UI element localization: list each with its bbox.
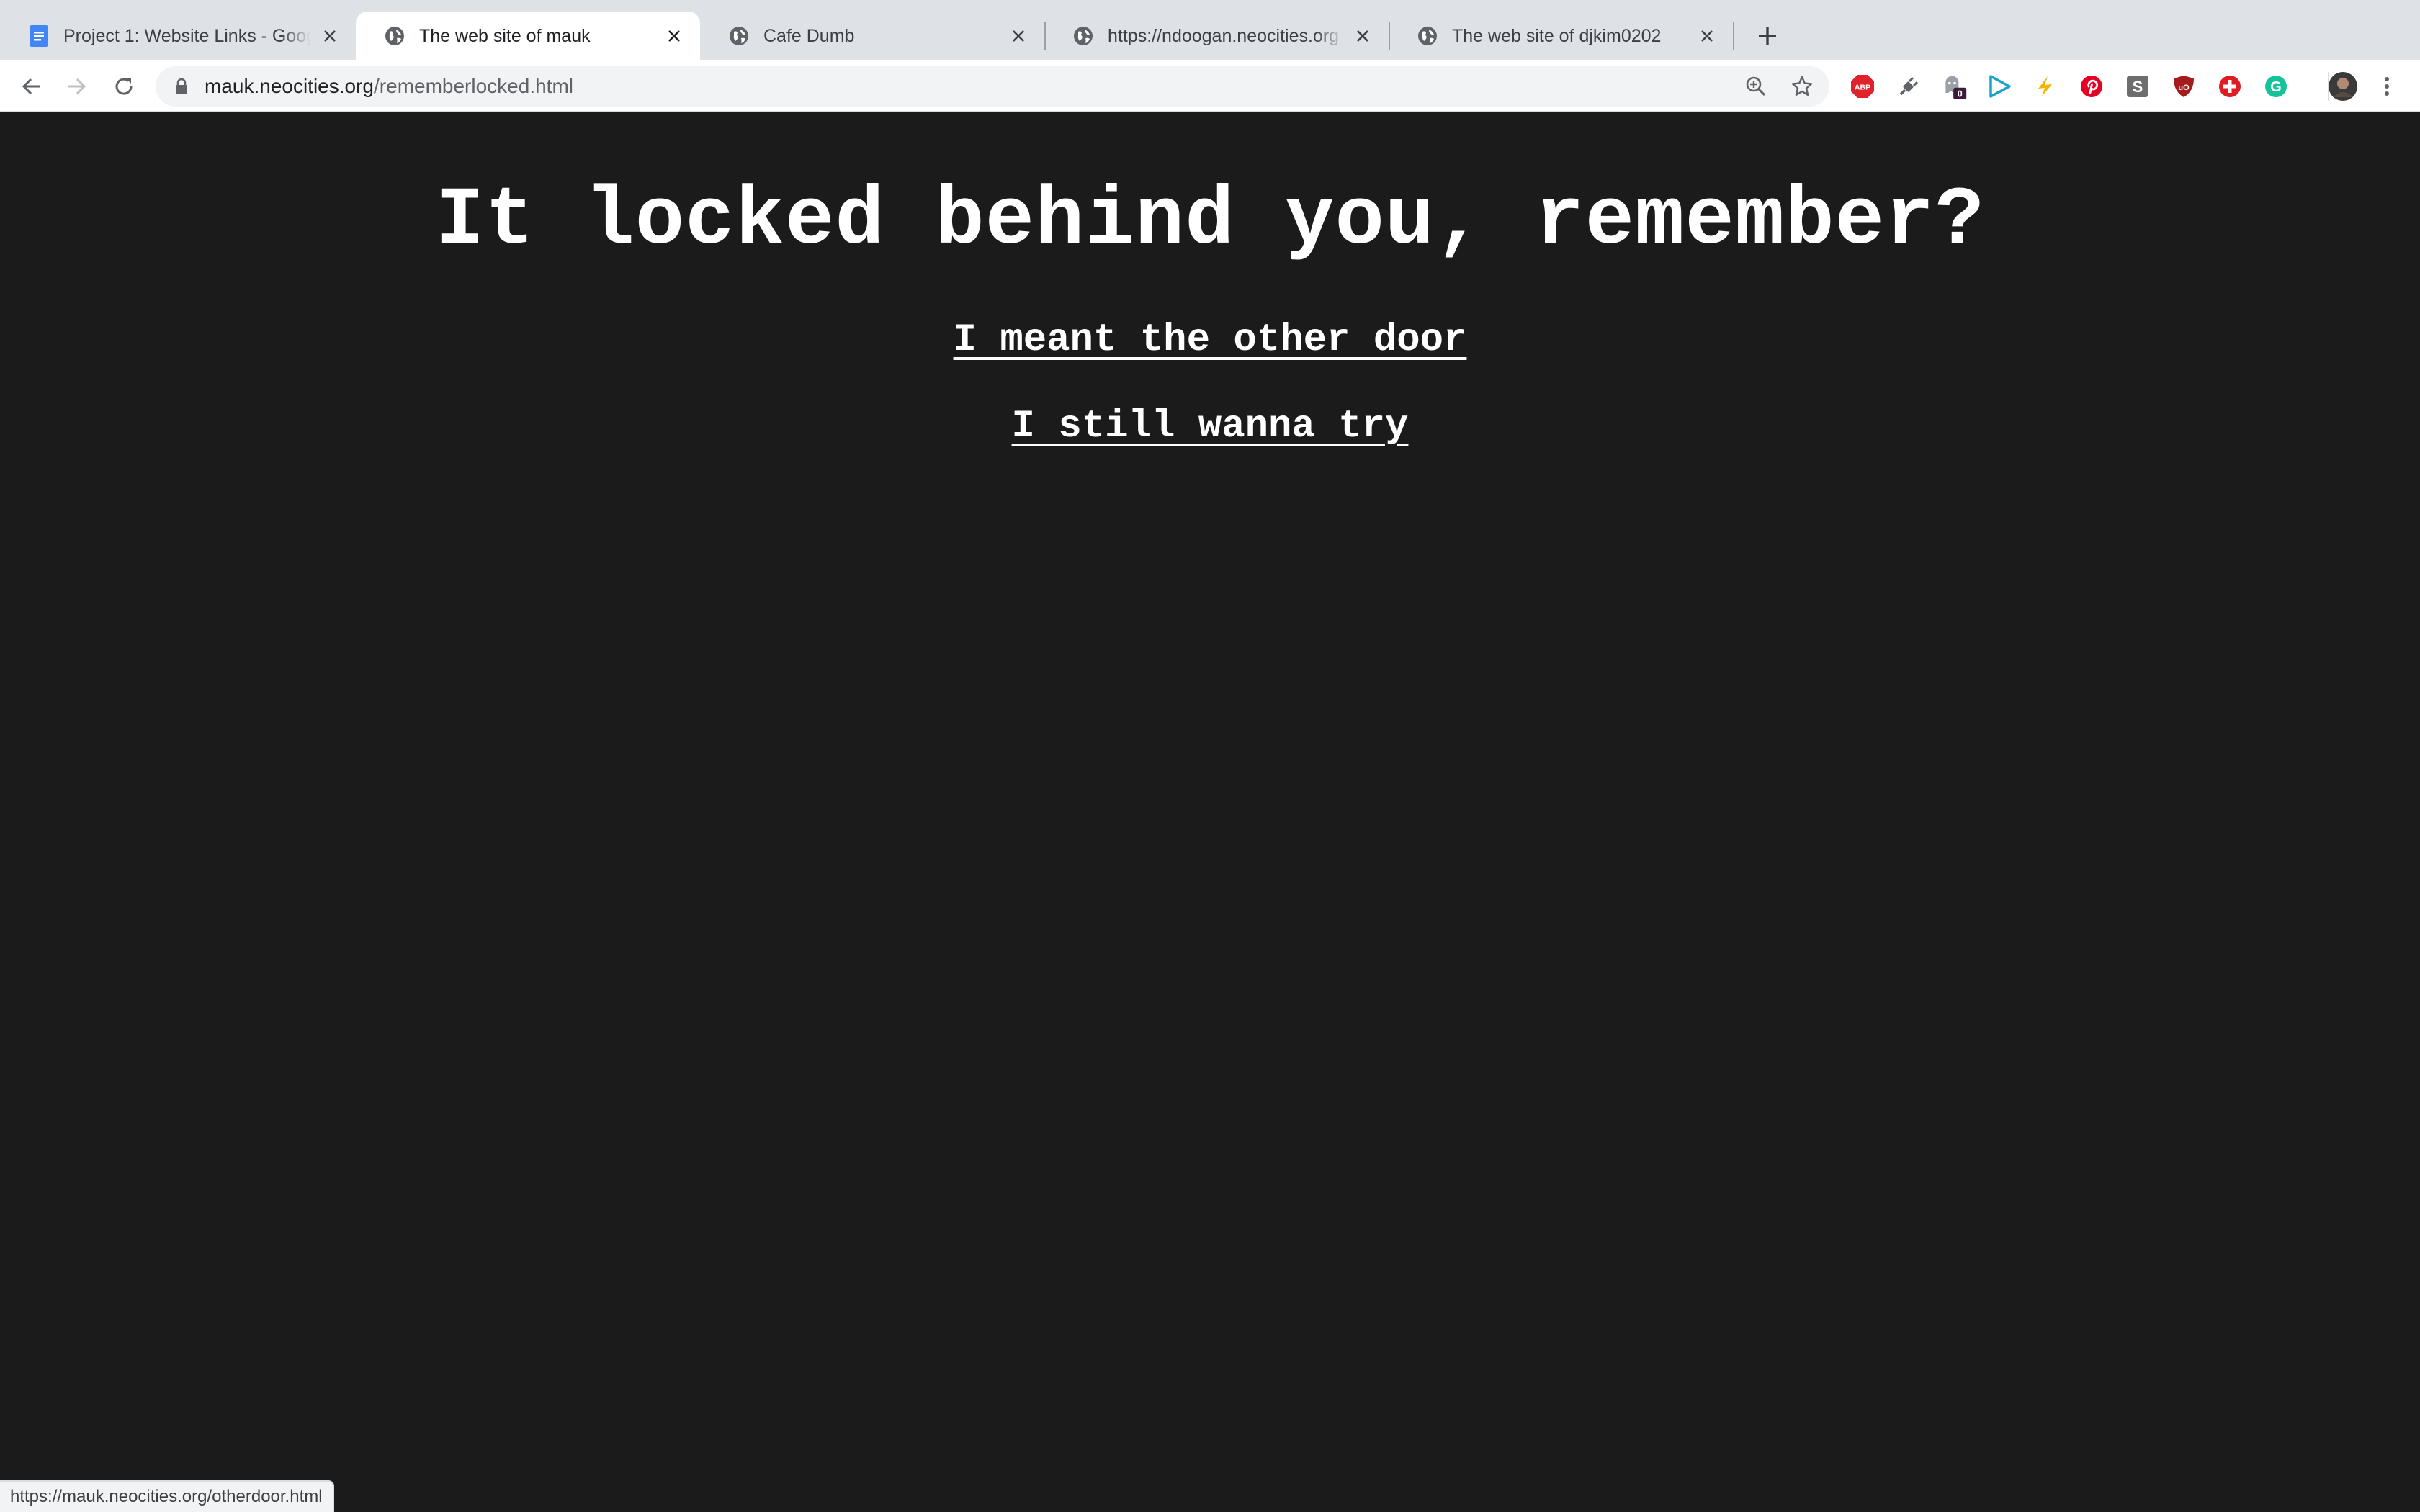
menu-kebab-icon[interactable] <box>2374 73 2400 99</box>
link-other-door-label: I meant the other door <box>953 318 1467 362</box>
globe-icon <box>1072 24 1095 48</box>
svg-text:G: G <box>2270 79 2282 95</box>
tab-separator <box>1733 22 1734 50</box>
address-path: /rememberlocked.html <box>374 75 573 97</box>
globe-icon <box>727 24 750 48</box>
close-icon[interactable] <box>318 24 341 48</box>
arrow-right-icon <box>68 78 86 95</box>
google-docs-icon <box>27 24 50 48</box>
reload-icon <box>115 78 133 95</box>
tab-ndoogan-neocities[interactable]: https://ndoogan.neocities.org <box>1044 12 1389 60</box>
tab-title: Cafe Dumb <box>763 25 855 46</box>
globe-icon <box>383 24 406 48</box>
adblock-plus-icon[interactable]: ABP <box>1850 73 1876 99</box>
tab-strip: Project 1: Website Links - Goog The web … <box>0 0 2420 60</box>
svg-text:0: 0 <box>1958 89 1963 99</box>
tab-title: The web site of mauk <box>419 25 591 46</box>
ghostery-icon[interactable]: 0 <box>1942 73 1968 99</box>
plug-icon[interactable] <box>1896 73 1922 99</box>
link-other-door[interactable]: I meant the other door <box>0 315 2420 366</box>
tab-djkim0202[interactable]: The web site of djkim0202 <box>1389 12 1733 60</box>
pinterest-icon[interactable] <box>2079 73 2105 99</box>
close-icon[interactable] <box>663 24 686 48</box>
avatar[interactable] <box>2328 71 2358 102</box>
globe-icon <box>1416 24 1439 48</box>
close-icon[interactable] <box>1695 24 1718 48</box>
sparkle-icon[interactable] <box>2033 73 2058 99</box>
plus-icon <box>1759 27 1776 45</box>
ublock-icon[interactable]: uO <box>2171 73 2197 99</box>
close-icon[interactable] <box>1351 24 1374 48</box>
red-plus-icon[interactable] <box>2217 73 2243 99</box>
back-button[interactable] <box>13 68 50 105</box>
new-tab-button[interactable] <box>1749 17 1786 55</box>
svg-text:uO: uO <box>2178 84 2190 92</box>
address-url[interactable]: mauk.neocities.org/rememberlocked.html <box>205 66 573 107</box>
arrow-left-icon <box>22 78 40 95</box>
page-heading: It locked behind you, remember? <box>435 175 1985 268</box>
link-still-try[interactable]: I still wanna try <box>0 402 2420 452</box>
forward-button[interactable] <box>58 68 95 105</box>
address-host: mauk.neocities.org <box>205 75 375 97</box>
status-bar-url: https://mauk.neocities.org/otherdoor.htm… <box>0 1480 334 1512</box>
tab-project-1-website-links[interactable]: Project 1: Website Links - Goog <box>0 12 356 60</box>
tab-title: https://ndoogan.neocities.org <box>1108 25 1340 46</box>
tab-title: The web site of djkim0202 <box>1452 25 1662 46</box>
close-icon[interactable] <box>1007 24 1030 48</box>
bookmark-star-icon[interactable] <box>1789 73 1815 99</box>
tab-title: Project 1: Website Links - Goog <box>63 25 311 46</box>
tab-cafe-dumb[interactable]: Cafe Dumb <box>700 12 1044 60</box>
zoom-icon[interactable] <box>1743 73 1769 99</box>
reload-button[interactable] <box>105 68 143 105</box>
link-still-try-label: I still wanna try <box>1011 405 1409 449</box>
s-square-icon[interactable]: S <box>2125 73 2151 99</box>
play-arrow-icon[interactable] <box>1986 73 2012 99</box>
lock-icon[interactable] <box>171 76 192 96</box>
page-content: It locked behind you, remember? I meant … <box>0 112 2420 1512</box>
grammarly-icon[interactable]: G <box>2263 73 2289 99</box>
address-bar[interactable]: mauk.neocities.org/rememberlocked.html <box>156 66 1829 107</box>
tab-the-web-site-of-mauk[interactable]: The web site of mauk <box>356 12 700 60</box>
svg-text:ABP: ABP <box>1855 84 1870 92</box>
svg-text:S: S <box>2133 78 2143 96</box>
